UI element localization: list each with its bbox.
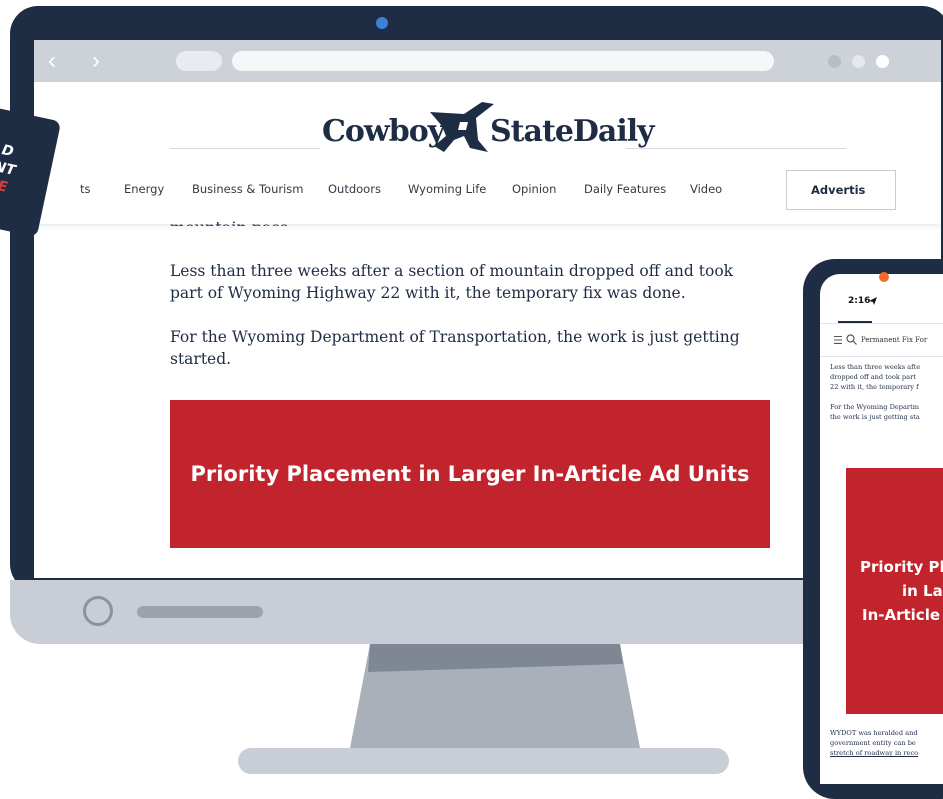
logo-divider <box>626 148 846 149</box>
nav-item-video[interactable]: Video <box>690 182 722 196</box>
advertise-button[interactable]: Advertis <box>786 170 896 210</box>
in-article-ad[interactable]: Priority Placement in Larger In-Article … <box>170 400 770 548</box>
phone-text-line: the work is just getting sta <box>830 413 920 421</box>
nav-item-opinion[interactable]: Opinion <box>512 182 556 196</box>
phone-divider <box>820 323 943 324</box>
badge-line: D <box>0 142 16 161</box>
phone-ad-line: In-Article <box>862 606 941 624</box>
article-paragraph: For the Wyoming Department of Transporta… <box>170 328 740 368</box>
browser-tab-pill[interactable] <box>176 51 222 71</box>
phone-text-link[interactable]: stretch of roadway in reco <box>830 748 943 758</box>
phone-headline[interactable]: Permanent Fix For <box>861 336 927 344</box>
logo-text-right: StateDaily <box>490 114 655 149</box>
badge-line: NT <box>0 158 17 180</box>
site-logo[interactable]: Cowboy StateDaily <box>322 98 655 156</box>
nav-item-daily-features[interactable]: Daily Features <box>584 182 666 196</box>
phone-paragraph: WYDOT was heralded and government entity… <box>830 728 943 758</box>
phone-text-line: dropped off and took part <box>830 373 916 381</box>
site-nav: ts Energy Business & Tourism Outdoors Wy… <box>34 160 941 225</box>
phone-ad-line: in La <box>902 582 943 600</box>
phone-text-line: WYDOT was heralded and <box>830 729 918 737</box>
badge-line-accent: UE <box>0 175 9 196</box>
nav-item-energy[interactable]: Energy <box>124 182 164 196</box>
phone-paragraph: Less than three weeks afte dropped off a… <box>830 362 943 392</box>
article-cutoff-line: mountain pass. <box>170 218 293 226</box>
logo-divider <box>170 148 320 149</box>
browser-toolbar: ‹ › <box>34 40 941 82</box>
menu-icon[interactable]: ☰ <box>833 334 843 347</box>
article-paragraph: Less than three weeks after a section of… <box>170 262 734 302</box>
phone-text-line: Less than three weeks afte <box>830 363 921 371</box>
chevron-right-icon[interactable]: › <box>92 47 100 75</box>
power-button-icon[interactable] <box>83 596 113 626</box>
window-dot-icon[interactable] <box>852 55 865 68</box>
chin-bar <box>137 606 263 618</box>
location-arrow-icon <box>869 297 877 305</box>
chevron-left-icon[interactable]: ‹ <box>48 47 56 75</box>
phone-paragraph: For the Wyoming Departm the work is just… <box>830 402 943 422</box>
monitor-camera-dot <box>376 17 388 29</box>
nav-item-sports[interactable]: ts <box>80 182 91 196</box>
nav-item-outdoors[interactable]: Outdoors <box>328 182 381 196</box>
phone-text-line: For the Wyoming Departm <box>830 403 919 411</box>
phone-text-line: 22 with it, the temporary f <box>830 383 919 391</box>
phone-divider <box>820 356 943 357</box>
nav-item-business-tourism[interactable]: Business & Tourism <box>192 182 304 196</box>
phone-ad-line: Priority Pl <box>860 558 943 576</box>
ad-text: Priority Placement in Larger In-Article … <box>190 462 750 486</box>
phone-ad-block[interactable]: Priority Pl in La In-Article <box>846 468 943 714</box>
address-bar[interactable] <box>232 51 774 71</box>
window-dot-icon[interactable] <box>876 55 889 68</box>
phone-camera-dot <box>879 272 889 282</box>
phone-screen: 2:16 ☰ Permanent Fix For Less than three… <box>820 274 943 784</box>
phone-clock: 2:16 <box>848 296 871 306</box>
window-dot-icon[interactable] <box>828 55 841 68</box>
search-icon[interactable] <box>846 334 857 345</box>
phone-text-line: government entity can be <box>830 739 916 747</box>
nav-item-wyoming-life[interactable]: Wyoming Life <box>408 182 486 196</box>
monitor-base <box>238 748 729 774</box>
